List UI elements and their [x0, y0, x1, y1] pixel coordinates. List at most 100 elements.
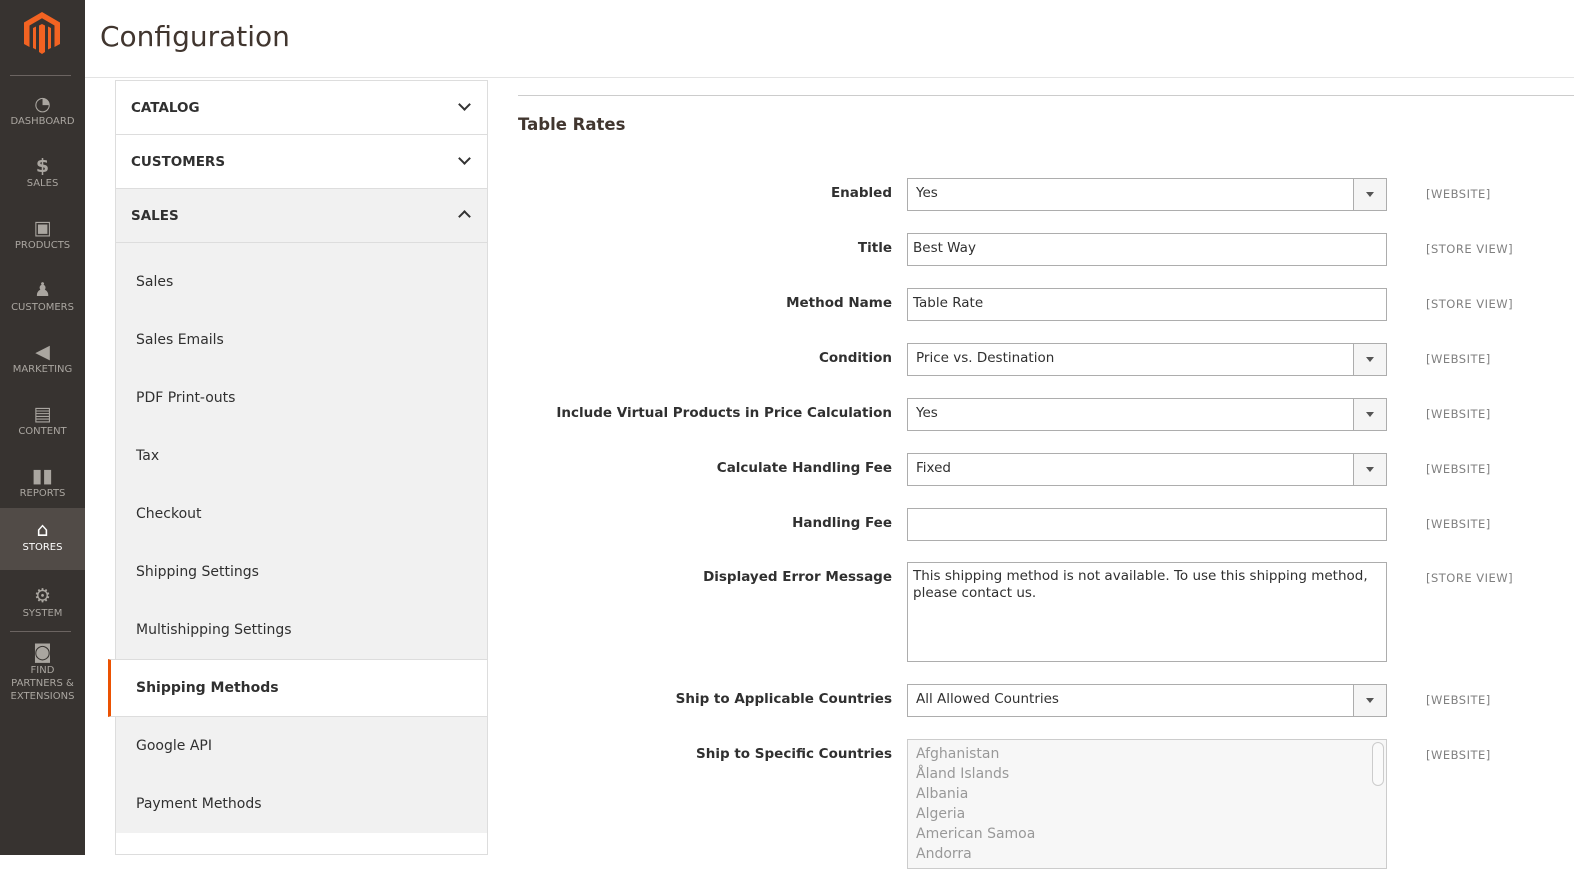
field-label: Calculate Handling Fee [716, 460, 892, 476]
page-header: Configuration [85, 0, 1574, 78]
nav-products[interactable]: ▣ PRODUCTS [0, 204, 85, 266]
select-value: Yes [916, 405, 938, 421]
scrollbar[interactable] [1372, 742, 1384, 786]
field-applicable-countries: Ship to Applicable Countries All Allowed … [518, 684, 1574, 717]
field-enabled: Enabled Yes [WEBSITE] [518, 178, 1574, 211]
country-option[interactable]: Albania [916, 784, 1378, 804]
field-label: Ship to Specific Countries [696, 746, 892, 762]
enabled-select[interactable]: Yes [907, 178, 1387, 211]
section-sales[interactable]: SALES [116, 189, 487, 243]
divider [518, 95, 1574, 96]
nav-label: STORES [22, 542, 63, 553]
country-option[interactable]: Åland Islands [916, 764, 1378, 784]
person-icon: ♟ [33, 279, 52, 301]
magento-logo-icon[interactable] [22, 12, 62, 54]
section-catalog[interactable]: CATALOG [116, 81, 487, 135]
scope-label: [WEBSITE] [1426, 517, 1491, 531]
layout-icon: ▤ [33, 403, 52, 425]
field-label: Handling Fee [792, 515, 892, 531]
field-label: Method Name [786, 295, 892, 311]
chevron-down-icon [1353, 179, 1386, 210]
tab-google-api[interactable]: Google API [116, 717, 487, 775]
admin-sidebar: ◔ DASHBOARD $ SALES ▣ PRODUCTS ♟ CUSTOMERS ◀… [0, 0, 85, 855]
field-label: Condition [818, 350, 892, 366]
field-specific-countries: Ship to Specific Countries Afghanistan Å… [518, 739, 1574, 869]
config-tabs: CATALOG CUSTOMERS SALES Sales Sales Emai… [108, 80, 488, 855]
tab-shipping-methods[interactable]: Shipping Methods [108, 659, 487, 717]
scope-label: [WEBSITE] [1426, 748, 1491, 762]
tab-payment-methods[interactable]: Payment Methods [116, 775, 487, 833]
nav-label: MARKETING [12, 364, 73, 375]
handling-fee-input[interactable] [907, 508, 1387, 541]
section-label: CUSTOMERS [131, 153, 226, 170]
gear-icon: ⚙ [33, 585, 52, 607]
country-option[interactable]: Algeria [916, 804, 1378, 824]
input-value: Best Way [913, 240, 976, 256]
tab-sales[interactable]: Sales [116, 253, 487, 311]
country-option[interactable]: Afghanistan [916, 744, 1378, 764]
tab-shipping-settings[interactable]: Shipping Settings [116, 543, 487, 601]
applicable-countries-select[interactable]: All Allowed Countries [907, 684, 1387, 717]
error-message-textarea[interactable]: This shipping method is not available. T… [907, 562, 1387, 662]
nav-label: REPORTS [19, 488, 66, 499]
select-value: Price vs. Destination [916, 350, 1055, 366]
nav-marketing[interactable]: ◀ MARKETING [0, 328, 85, 390]
nav-system[interactable]: ⚙ SYSTEM [0, 572, 85, 634]
chevron-up-icon [458, 210, 471, 223]
country-option[interactable]: Andorra [916, 844, 1378, 864]
chevron-down-icon [1353, 454, 1386, 485]
scope-label: [STORE VIEW] [1426, 297, 1514, 311]
calc-handling-fee-select[interactable]: Fixed [907, 453, 1387, 486]
tab-multishipping-settings[interactable]: Multishipping Settings [116, 601, 487, 659]
nav-label: FIND PARTNERS & EXTENSIONS [10, 665, 75, 702]
field-title: Title Best Way [STORE VIEW] [518, 233, 1574, 266]
tab-checkout[interactable]: Checkout [116, 485, 487, 543]
nav-sales[interactable]: $ SALES [0, 142, 85, 204]
title-input[interactable]: Best Way [907, 233, 1387, 266]
nav-label: DASHBOARD [10, 116, 75, 127]
method-name-input[interactable]: Table Rate [907, 288, 1387, 321]
scope-label: [WEBSITE] [1426, 352, 1491, 366]
condition-select[interactable]: Price vs. Destination [907, 343, 1387, 376]
page-title: Configuration [100, 20, 290, 53]
field-handling-fee: Handling Fee [WEBSITE] [518, 508, 1574, 541]
section-title: Table Rates [518, 115, 626, 134]
input-value: Table Rate [913, 295, 984, 311]
scope-label: [STORE VIEW] [1426, 571, 1514, 585]
blocks-icon: ◙ [33, 641, 52, 663]
specific-countries-multiselect[interactable]: Afghanistan Åland Islands Albania Algeri… [907, 739, 1387, 869]
include-virtual-select[interactable]: Yes [907, 398, 1387, 431]
field-error-message: Displayed Error Message This shipping met… [518, 562, 1574, 662]
section-customers[interactable]: CUSTOMERS [116, 135, 487, 189]
dashboard-icon: ◔ [34, 93, 51, 115]
tab-sales-emails[interactable]: Sales Emails [116, 311, 487, 369]
store-icon: ⌂ [36, 519, 49, 541]
nav-content[interactable]: ▤ CONTENT [0, 390, 85, 452]
field-label: Displayed Error Message [703, 569, 892, 585]
select-value: Fixed [916, 460, 951, 476]
box-icon: ▣ [33, 217, 52, 239]
country-option[interactable]: American Samoa [916, 824, 1378, 844]
tab-pdf-printouts[interactable]: PDF Print-outs [116, 369, 487, 427]
nav-reports[interactable]: ▮▮ REPORTS [0, 452, 85, 514]
nav-customers[interactable]: ♟ CUSTOMERS [0, 266, 85, 328]
field-label: Enabled [830, 185, 892, 201]
scope-label: [STORE VIEW] [1426, 242, 1514, 256]
nav-label: PRODUCTS [14, 240, 71, 251]
chevron-down-icon [1353, 399, 1386, 430]
section-label: SALES [131, 207, 179, 224]
nav-label: CUSTOMERS [11, 302, 74, 313]
nav-label: CONTENT [18, 426, 67, 437]
chevron-down-icon [1353, 344, 1386, 375]
chevron-down-icon [1353, 685, 1386, 716]
divider [10, 75, 71, 76]
field-label: Include Virtual Products in Price Calcul… [556, 405, 892, 421]
sales-subitems: Sales Sales Emails PDF Print-outs Tax Ch… [108, 243, 487, 833]
nav-find-partners[interactable]: ◙ FIND PARTNERS & EXTENSIONS [0, 632, 85, 712]
nav-dashboard[interactable]: ◔ DASHBOARD [0, 80, 85, 142]
scope-label: [WEBSITE] [1426, 407, 1491, 421]
megaphone-icon: ◀ [35, 341, 50, 363]
tab-tax[interactable]: Tax [116, 427, 487, 485]
nav-label: SALES [26, 178, 59, 189]
nav-stores[interactable]: ⌂ STORES [0, 508, 85, 570]
